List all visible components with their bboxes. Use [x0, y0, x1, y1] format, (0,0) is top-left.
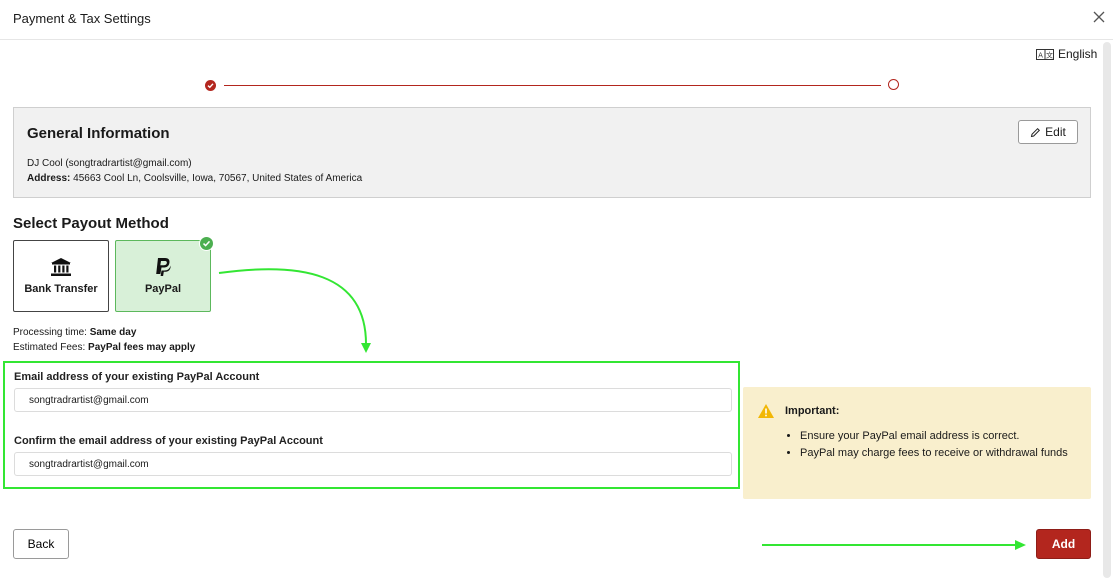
warning-icon — [758, 404, 774, 418]
pencil-icon — [1030, 127, 1041, 137]
checkmark-icon — [202, 240, 211, 247]
important-notice: Important: Ensure your PayPal email addr… — [743, 387, 1091, 499]
processing-time-value: Same day — [89, 327, 137, 338]
general-information-title: General Information — [27, 125, 170, 142]
account-name-email: DJ Cool (songtradrartist@gmail.com) — [27, 158, 192, 169]
paypal-icon — [156, 258, 171, 276]
scrollbar[interactable] — [1103, 42, 1111, 578]
translate-icon: A 文 — [1036, 48, 1054, 60]
important-item: Ensure your PayPal email address is corr… — [800, 428, 1070, 445]
address-label: Address: — [27, 173, 71, 184]
bank-icon — [51, 258, 71, 276]
back-button[interactable]: Back — [13, 529, 69, 559]
confirm-email-field[interactable] — [14, 452, 732, 476]
paypal-email-form: Email address of your existing PayPal Ac… — [3, 361, 740, 489]
email-field[interactable] — [14, 388, 732, 412]
language-selector[interactable]: A 文 English — [1036, 47, 1097, 61]
payout-method-bank-transfer[interactable]: Bank Transfer — [13, 240, 109, 312]
step-1-completed — [205, 80, 216, 91]
processing-time: Processing time: Same day — [13, 327, 136, 338]
annotation-arrowhead-down — [361, 343, 371, 353]
address-value: 45663 Cool Ln, Coolsville, Iowa, 70567, … — [73, 173, 363, 184]
account-address: Address: 45663 Cool Ln, Coolsville, Iowa… — [27, 173, 362, 184]
estimated-fees-label: Estimated Fees: — [13, 342, 86, 353]
important-title: Important: — [785, 405, 840, 417]
payout-method-title: Select Payout Method — [13, 215, 169, 232]
modal-title: Payment & Tax Settings — [13, 11, 151, 26]
step-2-pending — [888, 79, 899, 90]
paypal-label: PayPal — [144, 283, 182, 295]
estimated-fees-value: PayPal fees may apply — [88, 342, 196, 353]
estimated-fees: Estimated Fees: PayPal fees may apply — [13, 342, 195, 353]
confirm-email-field-label: Confirm the email address of your existi… — [14, 435, 323, 447]
processing-time-label: Processing time: — [13, 327, 87, 338]
add-button[interactable]: Add — [1036, 529, 1091, 559]
payout-method-paypal[interactable]: PayPal — [115, 240, 211, 312]
svg-text:文: 文 — [1046, 50, 1053, 59]
progress-stepper — [205, 78, 900, 92]
general-information-card: General Information DJ Cool (songtradrar… — [13, 107, 1091, 198]
bank-transfer-label: Bank Transfer — [24, 283, 98, 295]
language-label: English — [1058, 47, 1098, 61]
selected-check-icon — [199, 236, 214, 251]
annotation-arrow-curve — [218, 268, 367, 345]
important-list: Ensure your PayPal email address is corr… — [800, 428, 1070, 462]
edit-button[interactable]: Edit — [1018, 120, 1078, 144]
email-field-label: Email address of your existing PayPal Ac… — [14, 371, 260, 383]
check-icon — [207, 83, 214, 89]
edit-label: Edit — [1045, 125, 1066, 139]
modal-header: Payment & Tax Settings — [0, 0, 1113, 40]
important-item: PayPal may charge fees to receive or wit… — [800, 445, 1070, 462]
svg-text:A: A — [1038, 51, 1043, 59]
annotation-arrowhead-right — [1015, 540, 1026, 550]
close-icon[interactable] — [1092, 10, 1106, 24]
step-connector — [224, 85, 881, 86]
